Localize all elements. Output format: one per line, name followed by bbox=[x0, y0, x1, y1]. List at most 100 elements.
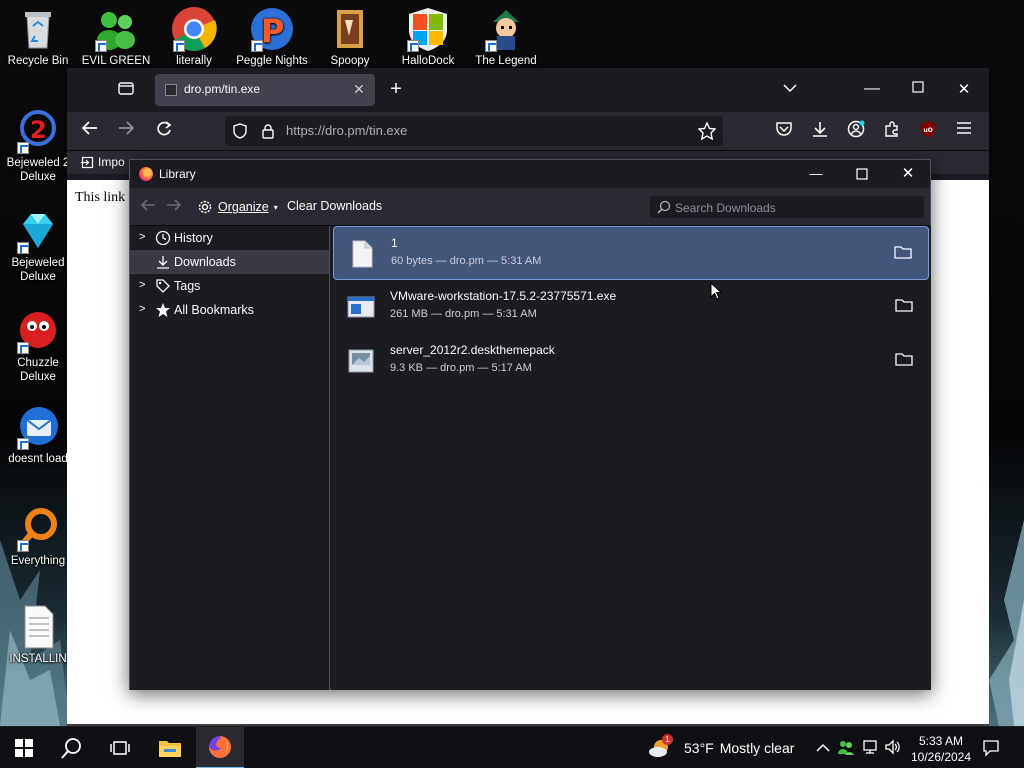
ublock-origin-button[interactable]: uO bbox=[917, 120, 939, 142]
bookmark-star-icon[interactable] bbox=[698, 122, 716, 140]
sidebar-item-all-bookmarks[interactable]: > All Bookmarks bbox=[130, 298, 329, 322]
desktop-icon-chuzzle[interactable]: Chuzzle Deluxe bbox=[0, 308, 76, 384]
extensions-button[interactable] bbox=[881, 120, 903, 142]
maximize-button[interactable] bbox=[895, 80, 941, 100]
tab-active[interactable]: dro.pm/tin.exe ✕ bbox=[155, 74, 375, 106]
weather-widget[interactable]: 1 53°F Mostly clear bbox=[648, 734, 794, 758]
expand-chevron-icon[interactable]: > bbox=[139, 231, 145, 243]
desktop-icon-label: Bejeweled Deluxe bbox=[11, 257, 65, 283]
downloads-button[interactable] bbox=[809, 120, 831, 142]
sidebar-item-downloads[interactable]: Downloads bbox=[130, 250, 329, 274]
import-bookmarks-button[interactable]: Impo bbox=[81, 155, 125, 169]
minimize-button[interactable]: — bbox=[849, 80, 895, 100]
recycle-bin-icon bbox=[15, 6, 61, 52]
volume-icon[interactable] bbox=[884, 739, 902, 757]
weather-temperature: 53°F bbox=[684, 740, 714, 756]
notification-center-button[interactable] bbox=[982, 739, 1000, 757]
back-button[interactable] bbox=[79, 120, 101, 142]
library-sidebar: > History Downloads > Tags > All Bookmar… bbox=[130, 226, 330, 690]
desktop-icon-bejeweled2[interactable]: 2 Bejeweled 2 Deluxe bbox=[0, 108, 76, 184]
desktop-icon-peggle-nights[interactable]: P Peggle Nights bbox=[234, 6, 310, 68]
url-bar[interactable]: https://dro.pm/tin.exe bbox=[225, 116, 723, 146]
library-close-button[interactable]: ✕ bbox=[885, 160, 931, 188]
sidebar-item-label: Tags bbox=[174, 279, 201, 293]
back-arrow-icon bbox=[140, 199, 155, 211]
show-hidden-icons-button[interactable] bbox=[814, 739, 832, 757]
clock-icon bbox=[155, 230, 171, 246]
library-maximize-button[interactable] bbox=[839, 160, 885, 188]
search-button[interactable] bbox=[48, 727, 96, 768]
desktop-icon-label: Bejeweled 2 Deluxe bbox=[6, 157, 70, 183]
app-menu-button[interactable] bbox=[953, 120, 975, 142]
download-item[interactable]: 1 60 bytes — dro.pm — 5:31 AM bbox=[333, 226, 929, 280]
sidebar-item-label: Downloads bbox=[174, 255, 236, 269]
lock-icon[interactable] bbox=[261, 123, 275, 139]
task-view-button[interactable] bbox=[96, 727, 144, 768]
desktop-icon-the-legend[interactable]: The Legend bbox=[468, 6, 544, 68]
taskbar-firefox[interactable] bbox=[196, 727, 244, 768]
spoopy-icon bbox=[327, 6, 373, 52]
search-icon bbox=[61, 738, 81, 759]
search-downloads-input[interactable]: Search Downloads bbox=[649, 195, 925, 219]
expand-chevron-icon[interactable]: > bbox=[139, 303, 145, 315]
close-icon: ✕ bbox=[957, 81, 971, 98]
svg-text:P: P bbox=[261, 12, 284, 50]
library-back-button[interactable] bbox=[140, 198, 156, 216]
notification-icon bbox=[983, 740, 999, 757]
tray-people-icon[interactable] bbox=[837, 739, 855, 757]
taskbar-file-explorer[interactable] bbox=[146, 727, 194, 768]
desktop-icon-spoopy[interactable]: Spoopy bbox=[312, 6, 388, 68]
library-forward-button[interactable] bbox=[166, 198, 182, 216]
windows-shield-icon bbox=[405, 6, 451, 52]
shortcut-arrow-icon bbox=[251, 40, 263, 52]
desktop-icon-installin[interactable]: INSTALLIN bbox=[0, 604, 76, 666]
firefox-view-icon bbox=[118, 82, 134, 95]
tab-close-icon[interactable]: ✕ bbox=[349, 79, 369, 99]
library-window: Library — ✕ Organize ▾ Clear Downloads S… bbox=[129, 159, 931, 690]
network-icon[interactable] bbox=[861, 739, 879, 757]
organize-button[interactable]: Organize ▾ bbox=[197, 197, 278, 217]
tracking-shield-icon[interactable] bbox=[232, 123, 248, 139]
close-button[interactable]: ✕ bbox=[941, 80, 987, 100]
desktop-icon-literally[interactable]: literally bbox=[156, 6, 232, 68]
new-tab-button[interactable]: + bbox=[385, 79, 407, 101]
library-title: Library bbox=[159, 167, 196, 181]
sidebar-item-history[interactable]: > History bbox=[130, 226, 329, 250]
open-folder-icon[interactable] bbox=[895, 351, 913, 367]
download-item[interactable]: VMware-workstation-17.5.2-23775571.exe 2… bbox=[333, 280, 929, 334]
maximize-icon bbox=[912, 81, 924, 93]
desktop-icon-everything[interactable]: Everything bbox=[0, 506, 76, 568]
desktop-icon-hallodock[interactable]: HalloDock bbox=[390, 6, 466, 68]
open-folder-icon[interactable] bbox=[894, 244, 912, 260]
forward-button[interactable] bbox=[115, 120, 137, 142]
reload-icon bbox=[157, 121, 172, 136]
account-button[interactable] bbox=[845, 120, 867, 142]
open-folder-icon[interactable] bbox=[895, 297, 913, 313]
desktop-icon-recycle-bin[interactable]: Recycle Bin bbox=[0, 6, 76, 68]
system-clock[interactable]: 5:33 AM 10/26/2024 bbox=[906, 733, 976, 765]
desktop-icon-doesnt-load[interactable]: doesnt load bbox=[0, 404, 76, 466]
download-filename: 1 bbox=[391, 236, 398, 250]
pocket-button[interactable] bbox=[773, 120, 795, 142]
desktop-icon-bejeweled[interactable]: Bejeweled Deluxe bbox=[0, 208, 76, 284]
maximize-icon bbox=[856, 168, 868, 180]
list-all-tabs-button[interactable] bbox=[779, 80, 801, 100]
firefox-icon bbox=[209, 736, 231, 758]
library-title-bar[interactable]: Library — ✕ bbox=[130, 160, 930, 188]
library-minimize-button[interactable]: — bbox=[793, 160, 839, 188]
expand-chevron-icon[interactable]: > bbox=[139, 279, 145, 291]
hamburger-menu-icon bbox=[957, 122, 971, 134]
firefox-view-button[interactable] bbox=[115, 80, 137, 100]
clear-downloads-button[interactable]: Clear Downloads bbox=[287, 199, 382, 213]
desktop-icon-evil-green[interactable]: EVIL GREEN bbox=[78, 6, 154, 68]
reload-button[interactable] bbox=[153, 120, 175, 142]
nav-bar: https://dro.pm/tin.exe uO bbox=[67, 112, 989, 150]
everything-search-icon bbox=[15, 506, 61, 552]
download-meta: 261 MB — dro.pm — 5:31 AM bbox=[390, 308, 537, 320]
tag-icon bbox=[156, 279, 170, 293]
start-button[interactable] bbox=[0, 727, 48, 768]
url-text[interactable]: https://dro.pm/tin.exe bbox=[286, 123, 407, 138]
sidebar-item-tags[interactable]: > Tags bbox=[130, 274, 329, 298]
shortcut-arrow-icon bbox=[17, 142, 29, 154]
download-item[interactable]: server_2012r2.deskthemepack 9.3 KB — dro… bbox=[333, 334, 929, 388]
